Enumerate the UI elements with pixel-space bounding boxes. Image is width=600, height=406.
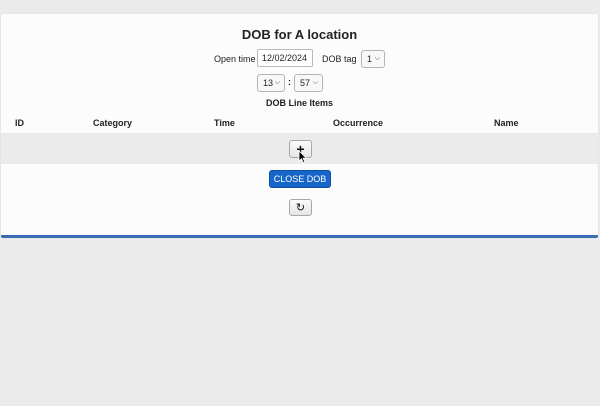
chevron-down-icon: ⌵ (274, 79, 280, 86)
dob-tag-value: 1 (367, 54, 373, 64)
open-time-input[interactable] (257, 49, 313, 67)
dob-tag-label: DOB tag (322, 54, 357, 64)
dob-tag-select[interactable]: 1 ⌵ (361, 50, 385, 68)
chevron-down-icon: ⌵ (312, 79, 318, 86)
column-header-id: ID (15, 118, 24, 128)
dob-panel: DOB for A location Open time DOB tag 1 ⌵… (1, 14, 598, 238)
column-header-name: Name (494, 118, 519, 128)
hour-select[interactable]: 13 ⌵ (257, 74, 285, 92)
minute-select[interactable]: 57 ⌵ (294, 74, 323, 92)
open-time-label: Open time (214, 54, 256, 64)
refresh-icon: ↻ (295, 202, 306, 214)
mouse-pointer-icon (298, 150, 308, 164)
time-separator: : (288, 77, 291, 87)
line-items-title: DOB Line Items (265, 98, 333, 108)
column-header-time: Time (214, 118, 235, 128)
minute-value: 57 (300, 78, 311, 88)
column-header-category: Category (93, 118, 133, 128)
chevron-down-icon: ⌵ (374, 55, 380, 62)
close-dob-button[interactable]: CLOSE DOB (269, 170, 331, 188)
column-header-occurrence: Occurrence (333, 118, 384, 128)
hour-value: 13 (263, 78, 274, 88)
page-title: DOB for A location (241, 27, 358, 42)
refresh-button[interactable]: ↻ (289, 199, 312, 216)
